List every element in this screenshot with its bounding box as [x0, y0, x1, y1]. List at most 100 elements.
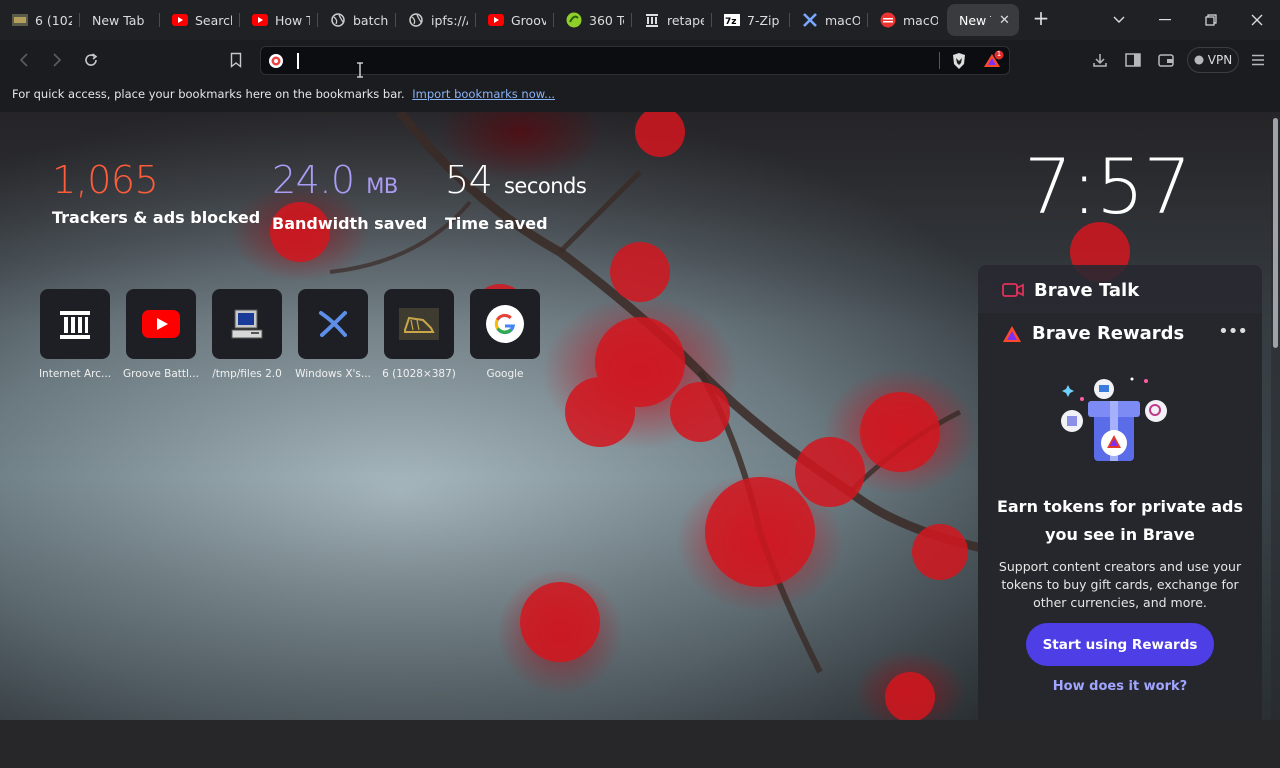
minimize-button[interactable] [1147, 6, 1183, 34]
reload-icon [85, 53, 98, 66]
brave-rewards-icon[interactable]: 1 [983, 50, 1005, 74]
360-icon [566, 12, 582, 28]
tab[interactable]: 360 Tc [554, 6, 632, 34]
tab[interactable]: 7z 7-Zip [712, 6, 790, 34]
vpn-button[interactable]: VPN [1187, 47, 1239, 73]
tab-title: 6 (102 [35, 12, 72, 28]
new-tab-page: 1,065 Trackers & ads blocked 24.0 MB Ban… [0, 112, 1280, 720]
new-tab-button[interactable]: + [1030, 8, 1052, 30]
vpn-label: VPN [1207, 53, 1233, 67]
rewards-gift-illustration [1061, 377, 1167, 461]
back-arrow-icon [19, 53, 28, 67]
7zip-icon: 7z [724, 12, 740, 28]
address-input[interactable] [295, 50, 895, 71]
bandwidth-stat: 24.0 MB Bandwidth saved [272, 156, 427, 233]
brave-talk-title: Brave Talk [1034, 279, 1140, 301]
start-using-rewards-button[interactable]: Start using Rewards [1026, 623, 1214, 666]
video-camera-icon [1002, 283, 1024, 297]
tab-title: New T [959, 12, 991, 28]
close-tab-icon[interactable]: ✕ [998, 12, 1011, 28]
tab-title: 7-Zip [747, 12, 780, 28]
bookmarks-bar-message: For quick access, place your bookmarks h… [12, 87, 405, 101]
wallet-icon [1158, 54, 1174, 67]
top-site-tile[interactable]: Groove Battl... [123, 289, 199, 380]
back-button[interactable] [12, 48, 36, 72]
bookmark-icon [230, 52, 242, 68]
download-icon [1093, 54, 1107, 67]
tab-title: How T [275, 12, 310, 28]
top-site-tile[interactable]: 6 (1028×387) [381, 289, 457, 380]
forward-button[interactable] [45, 48, 69, 72]
tab-title: ipfs://A [431, 12, 468, 28]
bandwidth-unit: MB [366, 174, 398, 198]
tab-title: Search [195, 12, 232, 28]
x-logo-icon [802, 12, 818, 28]
tab[interactable]: macOs [868, 6, 946, 34]
address-bar[interactable]: 1 [260, 46, 1010, 75]
youtube-icon [172, 12, 188, 28]
sidebar-button[interactable] [1121, 48, 1145, 72]
downloads-button[interactable] [1088, 48, 1112, 72]
forward-arrow-icon [53, 53, 62, 67]
brave-rewards-triangle-icon [1003, 325, 1021, 342]
computer-icon [212, 289, 282, 359]
globe-icon [330, 12, 346, 28]
chevron-down-icon [1113, 16, 1125, 23]
toolbar: 1 VPN [0, 40, 1280, 80]
sidebar-icon [1125, 53, 1141, 67]
reload-button[interactable] [79, 48, 103, 72]
more-options-icon[interactable]: ••• [1218, 321, 1248, 342]
rewards-headline: Earn tokens for private ads you see in B… [996, 497, 1244, 544]
import-bookmarks-link[interactable]: Import bookmarks now... [412, 87, 555, 101]
svg-text:7z: 7z [725, 17, 737, 26]
top-site-label: Internet Arc... [38, 368, 112, 380]
page-scrollbar[interactable] [1271, 112, 1280, 720]
tab[interactable]: ipfs://A [396, 6, 476, 34]
top-site-tile[interactable]: /tmp/files 2.0 [209, 289, 285, 380]
tab-title: New Tab [92, 12, 145, 28]
image-tab-icon [12, 12, 28, 28]
google-icon [470, 289, 540, 359]
tab[interactable]: retape [632, 6, 712, 34]
brave-shields-icon[interactable] [951, 52, 967, 74]
how-does-it-work-link[interactable]: How does it work? [978, 679, 1262, 694]
text-caret [297, 53, 299, 69]
tab[interactable]: Groov [476, 6, 554, 34]
tab-title: macOs [825, 12, 860, 28]
restore-button[interactable] [1193, 6, 1229, 34]
close-window-button[interactable] [1239, 6, 1275, 34]
bandwidth-value: 24.0 [272, 158, 355, 202]
youtube-icon [488, 12, 504, 28]
divider [939, 52, 940, 69]
scrollbar-thumb[interactable] [1273, 118, 1278, 348]
tab[interactable]: batch [318, 6, 396, 34]
trackers-value: 1,065 [52, 158, 159, 202]
restore-icon [1205, 14, 1217, 26]
time-stat: 54 seconds Time saved [445, 156, 587, 233]
top-site-tile[interactable]: Google [467, 289, 543, 380]
tab[interactable]: Search [160, 6, 240, 34]
archive-icon [644, 12, 660, 28]
text-cursor-icon [356, 62, 364, 82]
bookmark-button[interactable] [224, 48, 248, 72]
tab-active[interactable]: New T ✕ [947, 4, 1019, 36]
top-site-tile[interactable]: Windows X's... [295, 289, 371, 380]
close-icon [1251, 14, 1263, 26]
top-site-label: Windows X's... [295, 368, 371, 380]
menu-button[interactable] [1246, 48, 1270, 72]
tab[interactable]: How T [240, 6, 318, 34]
tab-search-button[interactable] [1101, 6, 1137, 34]
top-site-tile[interactable]: Internet Arc... [37, 289, 113, 380]
minimize-icon [1159, 19, 1171, 21]
brave-talk-widget[interactable]: Brave Talk [978, 265, 1262, 315]
search-engine-icon[interactable] [268, 53, 284, 73]
vpn-icon [1194, 55, 1204, 65]
tab-title: Groov [511, 12, 546, 28]
tab[interactable]: 6 (102 [0, 6, 80, 34]
x-logo-icon [298, 289, 368, 359]
tab[interactable]: macOs [790, 6, 868, 34]
tab[interactable]: New Tab [80, 6, 160, 34]
archive-building-icon [40, 289, 110, 359]
wallet-button[interactable] [1154, 48, 1178, 72]
clock: 7:57 [1024, 142, 1192, 231]
